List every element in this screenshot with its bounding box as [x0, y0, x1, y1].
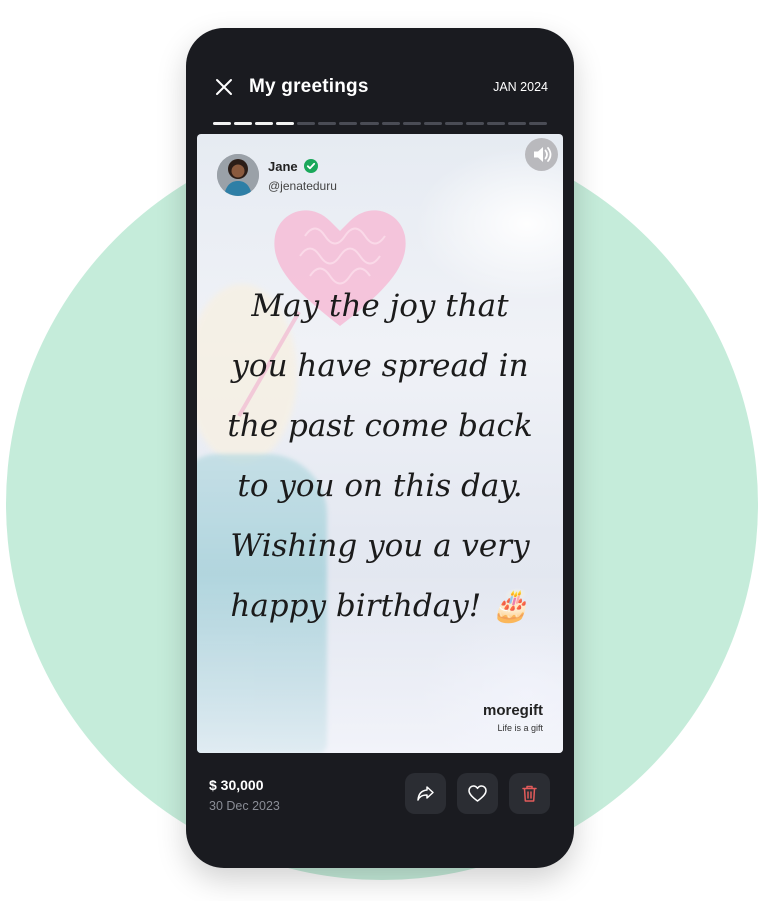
greeting-line: happy birthday! 🎂 [230, 588, 530, 624]
page-title: My greetings [249, 76, 369, 97]
progress-segment [213, 122, 232, 125]
period-label: JAN 2024 [493, 80, 548, 94]
sender-handle: @jenateduru [268, 179, 337, 193]
progress-segment [318, 122, 337, 125]
progress-segment [276, 122, 295, 125]
progress-segment [297, 122, 316, 125]
greeting-line: to you on this day. [237, 468, 523, 504]
sound-toggle-button[interactable] [525, 138, 558, 171]
story-progress [213, 122, 547, 125]
heart-icon [468, 785, 487, 802]
progress-segment [528, 122, 547, 125]
greeting-line: you have spread in [231, 348, 529, 384]
progress-segment [255, 122, 274, 125]
greeting-line: May the joy that [251, 288, 509, 324]
delete-button[interactable] [509, 773, 550, 814]
progress-segment [360, 122, 379, 125]
progress-segment [465, 122, 484, 125]
header: My greetings JAN 2024 [186, 28, 574, 148]
trash-icon [522, 785, 537, 802]
greeting-line: the past come back [227, 408, 533, 444]
share-button[interactable] [405, 773, 446, 814]
progress-segment [423, 122, 442, 125]
like-button[interactable] [457, 773, 498, 814]
gift-amount: $ 30,000 [209, 777, 264, 793]
progress-segment [507, 122, 526, 125]
progress-segment [402, 122, 421, 125]
progress-segment [234, 122, 253, 125]
brand-name-text: moregift [483, 702, 543, 719]
sender-name-text: Jane [268, 159, 298, 174]
avatar-image [217, 154, 259, 196]
speaker-icon [534, 147, 552, 162]
avatar[interactable] [217, 154, 259, 196]
greeting-message: May the joy that you have spread in the … [213, 276, 547, 636]
close-button[interactable] [212, 75, 236, 99]
brand-tagline: Life is a gift [497, 723, 543, 733]
greeting-line: Wishing you a very [230, 528, 530, 564]
progress-segment [339, 122, 358, 125]
gift-date: 30 Dec 2023 [209, 799, 280, 813]
progress-segment [486, 122, 505, 125]
phone-frame: My greetings JAN 2024 Jane @jenateduru M… [186, 28, 574, 868]
share-icon [417, 786, 434, 801]
sender-name: Jane [268, 159, 319, 174]
brand-logo: moregift [483, 702, 543, 719]
verified-badge-icon [304, 159, 319, 173]
progress-segment [381, 122, 400, 125]
close-icon [216, 79, 232, 95]
greeting-card[interactable]: Jane @jenateduru May the joy that you ha… [197, 134, 563, 753]
progress-segment [444, 122, 463, 125]
